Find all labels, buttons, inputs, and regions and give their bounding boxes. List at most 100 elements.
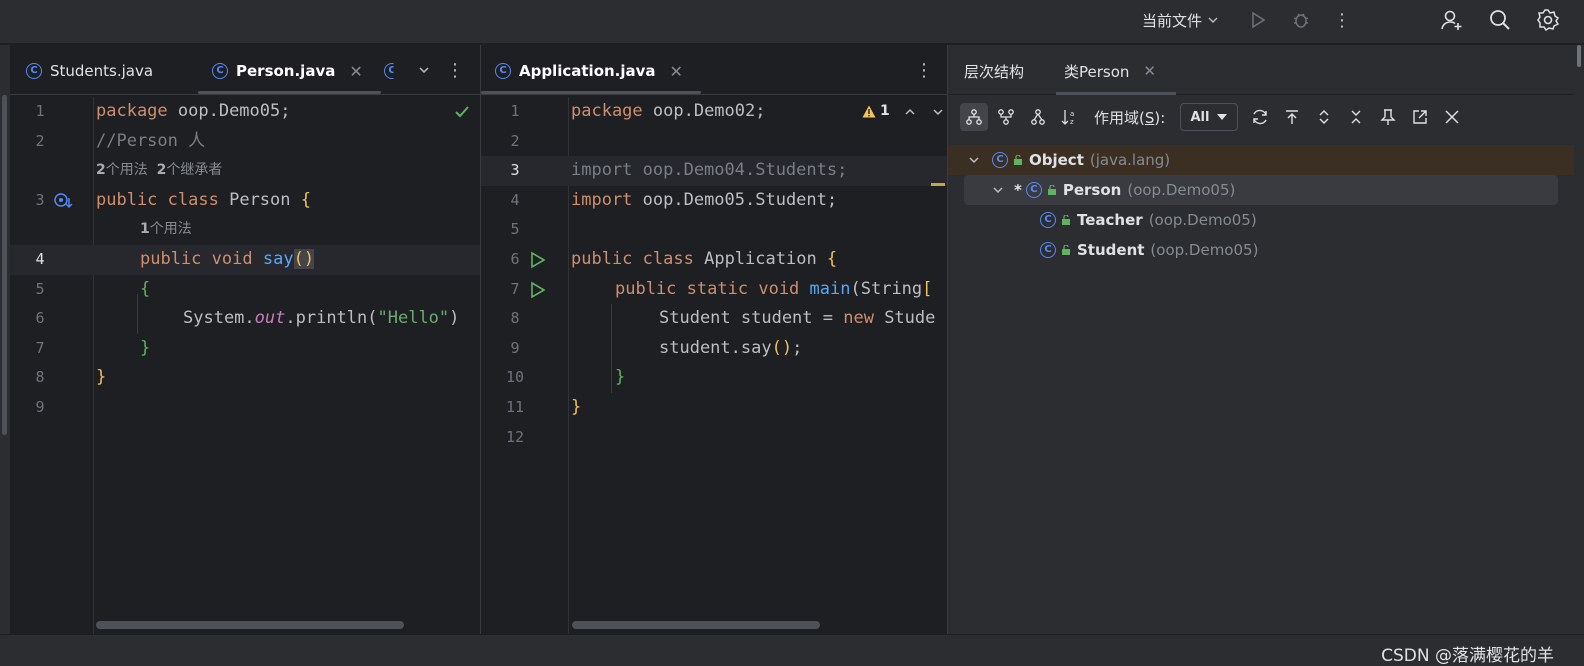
collapse-all-button[interactable]: [1342, 103, 1370, 131]
implemented-marker-icon[interactable]: [53, 192, 75, 210]
keyword: public: [615, 278, 677, 299]
method-name: main: [809, 278, 851, 299]
usages-hint[interactable]: 1个用法: [140, 215, 192, 245]
base-on-this-class-button[interactable]: [1278, 103, 1306, 131]
more-actions-button[interactable]: ⋮: [1328, 0, 1356, 40]
no-problems-check-icon[interactable]: [454, 104, 470, 120]
package-name: oop.Demo05;: [167, 101, 291, 121]
tree-node-object[interactable]: C Object (java.lang): [948, 145, 1584, 175]
sort-alpha-icon: az: [1061, 110, 1074, 126]
line-number: 6: [510, 250, 520, 268]
tab-students-java[interactable]: C Students.java: [26, 53, 153, 89]
tab-overflow-partial[interactable]: C: [384, 53, 400, 89]
code-area[interactable]: 1 package oop.Demo02; 1 2 3 import oop.D…: [481, 97, 947, 617]
expand-all-button[interactable]: [1310, 103, 1338, 131]
subtypes-hierarchy-button[interactable]: [1024, 103, 1052, 131]
editor-tab-bar: C Students.java C Person.java ✕ C ⋮: [10, 45, 480, 95]
close-icon[interactable]: ✕: [349, 62, 362, 81]
editor-more-button[interactable]: ⋮: [446, 55, 464, 85]
type-hierarchy-button[interactable]: [960, 103, 988, 131]
paren: ): [449, 308, 460, 329]
keyword: new: [843, 308, 874, 329]
close-icon[interactable]: ✕: [670, 62, 683, 81]
line-number: 3: [510, 161, 520, 180]
inlay-hint-line: 1个用法: [10, 215, 480, 245]
arrow-to-top-icon: [1286, 110, 1298, 124]
code-line: 7 public static void main(String[: [481, 275, 947, 305]
editor-pane-application: C Application.java ✕ ⋮ 1 package oop.Dem…: [481, 45, 947, 634]
close-hierarchy-button[interactable]: [1438, 103, 1466, 131]
horizontal-scrollbar[interactable]: [572, 621, 820, 629]
pin-tab-button[interactable]: [1374, 103, 1402, 131]
debug-button[interactable]: [1286, 0, 1316, 40]
keyword: import: [571, 189, 633, 210]
line-number: 10: [505, 368, 525, 387]
tab-hierarchy[interactable]: 层次结构: [964, 55, 1024, 87]
close-icon[interactable]: ✕: [1143, 62, 1156, 80]
code-area[interactable]: 1 package oop.Demo05; 2 //Person 人 2个用法 …: [10, 97, 480, 617]
editor-more-button[interactable]: ⋮: [915, 55, 933, 85]
code-text: public void say(): [140, 245, 315, 275]
run-configuration-selector[interactable]: 当前文件: [1130, 0, 1230, 40]
brace: }: [140, 337, 151, 358]
import-path: oop.Demo05.Student;: [632, 189, 838, 210]
tree-node-person[interactable]: * C Person (oop.Demo05): [964, 175, 1558, 205]
type-hierarchy-icon: [966, 109, 982, 125]
class-icon: C: [212, 63, 228, 79]
node-name: Person: [1062, 181, 1122, 199]
sort-alphabetically-button[interactable]: az: [1056, 103, 1084, 131]
settings-button[interactable]: [1532, 0, 1564, 40]
status-bar: CSDN @落满樱花的羊: [0, 634, 1584, 666]
search-everywhere-button[interactable]: [1484, 0, 1516, 40]
run-gutter-icon[interactable]: [529, 251, 547, 269]
tree-node-student[interactable]: C Student (oop.Demo05): [948, 235, 1584, 265]
hierarchy-tool-window: 层次结构 类Person ✕ az 作用域(S): All C Object (…: [948, 45, 1584, 634]
run-gutter-icon[interactable]: [529, 281, 547, 299]
code-line-current: 3 import oop.Demo04.Students;: [481, 156, 947, 187]
scroll-thumb[interactable]: [1577, 45, 1581, 67]
class-icon: C: [26, 63, 42, 79]
code-with-me-button[interactable]: [1436, 0, 1468, 40]
expand-chevron-icon[interactable]: [968, 154, 980, 166]
line-number: 2: [35, 131, 45, 150]
gear-icon: [1537, 9, 1560, 32]
line-number: 7: [510, 279, 520, 298]
tree-node-teacher[interactable]: C Teacher (oop.Demo05): [948, 205, 1584, 235]
class-icon: C: [1040, 242, 1056, 258]
tab-person-java[interactable]: C Person.java ✕: [198, 53, 381, 94]
open-in-window-button[interactable]: [1406, 103, 1434, 131]
node-package: (java.lang): [1089, 151, 1171, 169]
run-button[interactable]: [1243, 0, 1273, 40]
scope-dropdown[interactable]: All: [1180, 103, 1238, 131]
code-text: package oop.Demo05;: [96, 97, 290, 127]
more-vertical-icon: ⋮: [915, 59, 933, 81]
editor-tab-bar: C Application.java ✕ ⋮: [481, 45, 947, 95]
supertypes-icon: [998, 109, 1014, 125]
tab-list-dropdown[interactable]: [414, 55, 434, 85]
inspection-widget[interactable]: 1: [862, 97, 944, 126]
node-package: (oop.Demo05): [1127, 181, 1236, 199]
scope-label-text: 作用域(: [1094, 109, 1145, 127]
keyword: void: [758, 278, 800, 299]
supertypes-hierarchy-button[interactable]: [992, 103, 1020, 131]
brace: {: [300, 189, 311, 210]
vertical-scrollbar[interactable]: [2, 95, 7, 435]
expand-chevron-icon[interactable]: [992, 184, 1004, 196]
class-icon: C: [384, 63, 394, 79]
public-access-icon: [1014, 155, 1022, 165]
tab-application-java[interactable]: C Application.java ✕: [481, 53, 701, 94]
chevron-down-icon[interactable]: [932, 106, 944, 118]
dropdown-arrow-icon: [1217, 114, 1228, 120]
refresh-button[interactable]: [1246, 103, 1274, 131]
add-user-icon: [1441, 10, 1462, 30]
inlay-hint-line: 2个用法 2个继承者: [10, 156, 480, 186]
warning-count: 1: [880, 102, 890, 119]
horizontal-scrollbar[interactable]: [96, 621, 404, 629]
tool-window-tab-bar: 层次结构 类Person ✕: [948, 45, 1584, 95]
chevron-up-icon[interactable]: [904, 106, 916, 118]
tab-class-person[interactable]: 类Person ✕: [1056, 55, 1176, 95]
svg-text:z: z: [1070, 118, 1074, 126]
code-line: 5 {: [10, 275, 480, 305]
usages-hint[interactable]: 2个用法 2个继承者: [96, 156, 222, 186]
right-tool-stripe: [1574, 45, 1584, 634]
